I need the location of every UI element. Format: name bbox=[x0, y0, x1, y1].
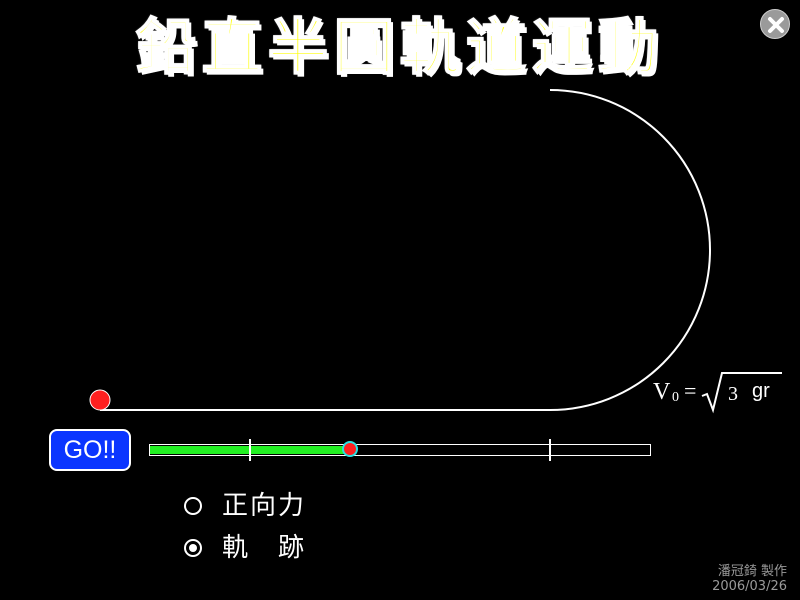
semicircle-track bbox=[100, 89, 711, 411]
option-label: 正向力 bbox=[222, 491, 307, 521]
credit-author: 潘冠錡 製作 bbox=[717, 564, 787, 579]
velocity-formula: V 0 = 3 gr bbox=[653, 372, 782, 414]
ball[interactable] bbox=[89, 389, 111, 411]
option-label: 軌 跡 bbox=[222, 533, 307, 563]
speed-slider[interactable] bbox=[149, 439, 651, 461]
track-canvas: V 0 = 3 gr bbox=[89, 89, 782, 414]
slider-tick bbox=[549, 439, 551, 461]
slider-thumb[interactable] bbox=[342, 441, 358, 457]
formula-coefficient: 3 bbox=[728, 383, 738, 405]
radio-normal-force[interactable] bbox=[184, 497, 202, 515]
go-button[interactable]: GO!! bbox=[49, 429, 131, 471]
formula-subscript: 0 bbox=[672, 390, 679, 405]
radio-trajectory[interactable] bbox=[184, 539, 202, 557]
formula-v: V bbox=[653, 379, 671, 405]
formula-equals: = bbox=[684, 378, 696, 403]
slider-tick bbox=[249, 439, 251, 461]
option-trajectory[interactable]: 軌 跡 bbox=[184, 533, 306, 563]
option-normal-force[interactable]: 正向力 bbox=[184, 491, 306, 521]
credit-date: 2006/03/26 bbox=[712, 579, 787, 594]
formula-variables: gr bbox=[752, 380, 770, 402]
sqrt-sign bbox=[701, 372, 782, 414]
